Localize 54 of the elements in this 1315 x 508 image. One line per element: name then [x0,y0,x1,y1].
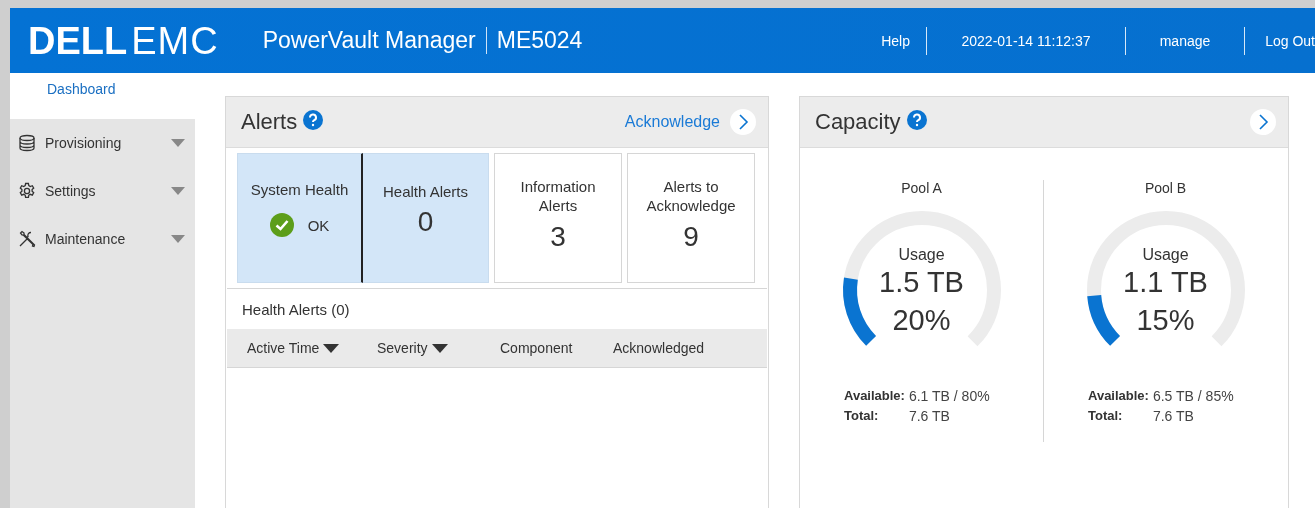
alert-tile[interactable]: Alerts to Acknowledge 9 [627,153,755,283]
help-icon[interactable] [303,110,324,130]
database-icon [18,134,36,152]
stat-value: 7.6 TB [1152,408,1195,424]
pool-name: Pool A [901,180,942,196]
logo: DELL EMC [28,21,219,60]
panel-title: Alerts [241,109,298,135]
status-text: OK [307,216,330,234]
settings-icon [18,182,36,200]
tile-count: 0 [417,206,434,238]
chevron-right-icon[interactable] [730,109,756,135]
stat-label: Available: [844,388,905,404]
tile-label: Health Alerts [381,182,469,201]
column-header[interactable]: Active Time [247,340,377,356]
stat-value: 7.6 TB [908,408,951,424]
panel-title: Capacity [815,109,901,135]
help-icon[interactable] [906,110,927,130]
model-name: ME5024 [496,27,583,54]
used-percent: 20% [892,304,951,337]
column-header[interactable]: Component [500,340,613,356]
stat-value: 6.5 TB / 85% [1152,388,1234,404]
chevron-right-icon[interactable] [1250,109,1276,135]
used-value: 1.5 TB [879,266,964,299]
app-title: PowerVault Manager [262,27,487,54]
alert-tile[interactable]: System Health OK [237,153,363,283]
stat-label: Total: [1088,408,1124,424]
sort-icon [323,343,340,353]
tile-count: 3 [550,221,566,253]
column-header[interactable]: Severity [377,340,500,356]
header-link[interactable]: Log Out [1244,26,1315,55]
gauge-caption: Usage [1142,246,1189,264]
tools-icon [18,230,36,248]
tile-count: 9 [683,221,699,253]
stat-label: Total: [844,408,880,424]
gauge-caption: Usage [898,246,945,264]
stat-value: 6.1 TB / 80% [908,388,990,404]
table-title: Health Alerts (0) [241,299,351,320]
header-link[interactable]: manage [1125,26,1244,55]
header-link[interactable]: 2022-01-14 11:12:37 [926,26,1125,55]
sidebar-item[interactable]: Dashboard [10,73,195,119]
tile-label: Alerts to Acknowledge [645,177,737,215]
used-value: 1.1 TB [1123,266,1208,299]
used-percent: 15% [1136,304,1195,337]
stat-label: Available: [1088,388,1149,404]
tile-label: Information Alerts [519,177,597,215]
column-header[interactable]: Acknowledged [613,340,705,356]
pool-name: Pool B [1144,180,1187,196]
header-link[interactable]: Help [881,26,926,55]
sort-icon [431,343,448,353]
check-icon [269,213,294,237]
acknowledge-link[interactable]: Acknowledge [624,113,720,131]
tile-label: System Health [249,180,350,199]
alert-tile[interactable]: Information Alerts 3 [494,153,622,283]
alert-tile[interactable]: Health Alerts 0 [363,153,489,283]
